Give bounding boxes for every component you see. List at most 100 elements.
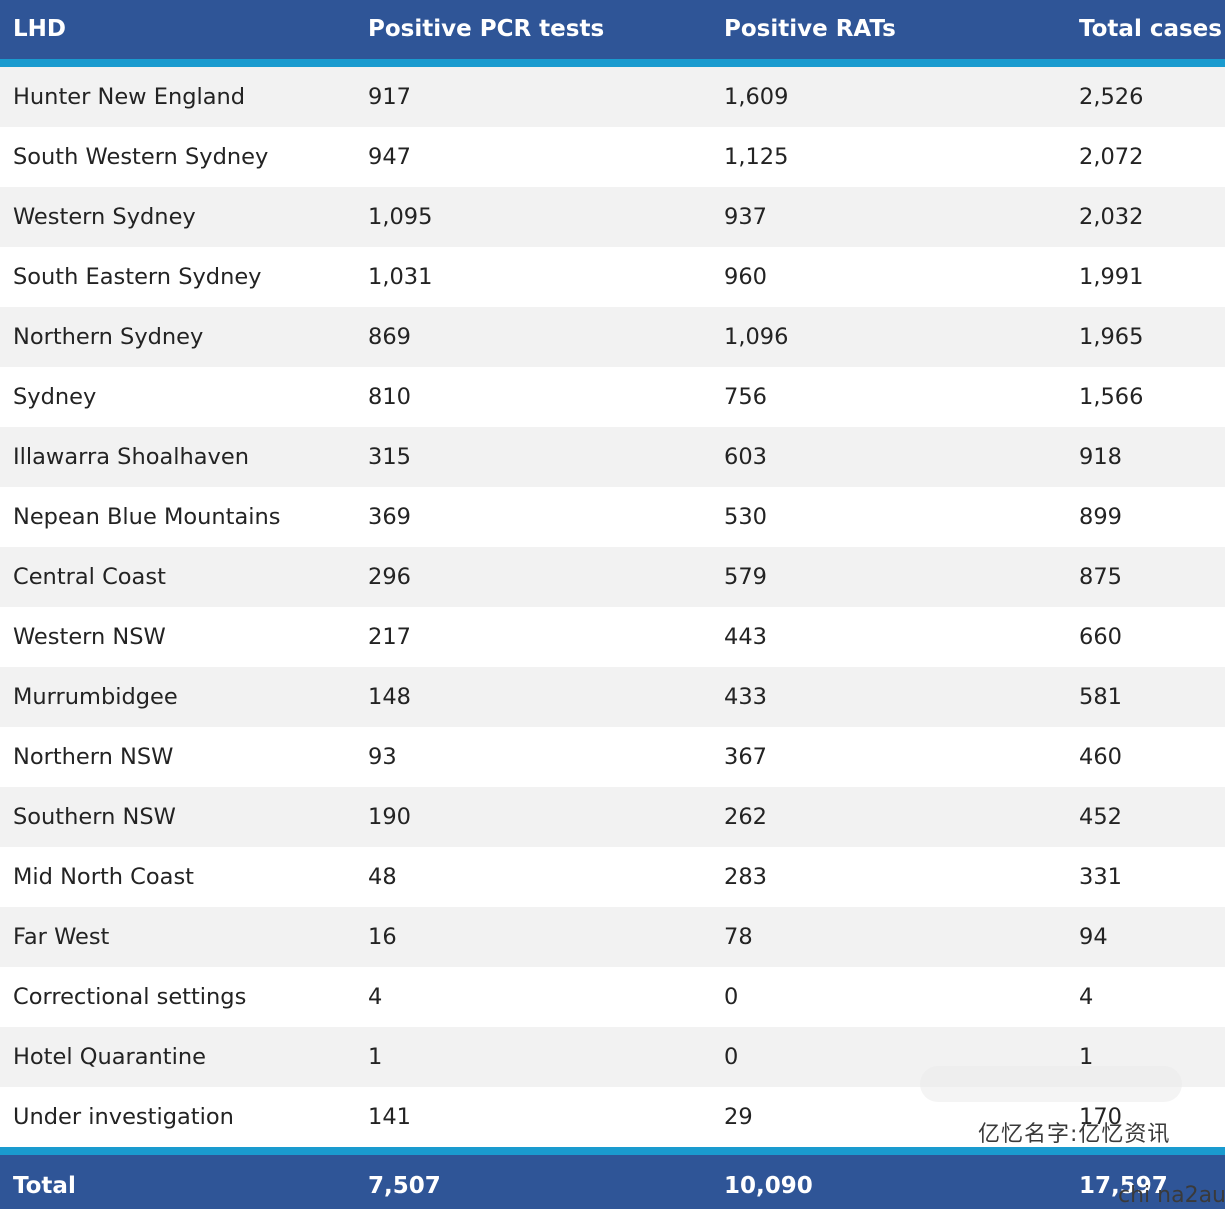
cell-pcr: 148 — [368, 684, 411, 710]
cell-total: 2,072 — [1079, 144, 1144, 170]
cell-lhd: Hotel Quarantine — [13, 1044, 206, 1070]
cell-total: 1,566 — [1079, 384, 1144, 410]
cell-pcr: 369 — [368, 504, 411, 530]
cell-rats: 603 — [724, 444, 767, 470]
watermark-badge — [920, 1066, 1182, 1102]
cell-pcr: 1 — [368, 1044, 383, 1070]
cell-rats: 29 — [724, 1104, 753, 1130]
cell-total: 875 — [1079, 564, 1122, 590]
cell-rats: 1,125 — [724, 144, 789, 170]
cell-pcr: 1,031 — [368, 264, 433, 290]
cell-pcr: 217 — [368, 624, 411, 650]
cell-pcr: 48 — [368, 864, 397, 890]
cell-pcr: 93 — [368, 744, 397, 770]
cell-total: 94 — [1079, 924, 1108, 950]
table-footer-row: Total 7,507 10,090 17,597 — [0, 1147, 1225, 1209]
cell-pcr: 141 — [368, 1104, 411, 1130]
cell-lhd: Hunter New England — [13, 84, 246, 110]
cell-lhd: South Eastern Sydney — [13, 264, 262, 290]
cell-total: 660 — [1079, 624, 1122, 650]
cell-rats: 530 — [724, 504, 767, 530]
cell-pcr: 315 — [368, 444, 411, 470]
table-row: Far West 16 78 94 — [0, 907, 1225, 967]
table-row: South Western Sydney 947 1,125 2,072 — [0, 127, 1225, 187]
cell-pcr: 16 — [368, 924, 397, 950]
cell-total: 581 — [1079, 684, 1122, 710]
cell-total: 2,032 — [1079, 204, 1144, 230]
footer-pcr-total: 7,507 — [368, 1173, 441, 1199]
cell-rats: 367 — [724, 744, 767, 770]
cell-pcr: 190 — [368, 804, 411, 830]
cell-lhd: Southern NSW — [13, 804, 176, 830]
cell-total: 1,991 — [1079, 264, 1144, 290]
table-body: Hunter New England 917 1,609 2,526 South Wes… — [0, 67, 1225, 1147]
cell-lhd: South Western Sydney — [13, 144, 269, 170]
table-row: South Eastern Sydney 1,031 960 1,991 — [0, 247, 1225, 307]
cell-lhd: Murrumbidgee — [13, 684, 178, 710]
header-total: Total cases — [1079, 16, 1222, 42]
cell-total: 1,965 — [1079, 324, 1144, 350]
table-row: Murrumbidgee 148 433 581 — [0, 667, 1225, 727]
footer-label: Total — [13, 1173, 76, 1199]
cell-lhd: Far West — [13, 924, 110, 950]
cell-total: 4 — [1079, 984, 1094, 1010]
cell-rats: 433 — [724, 684, 767, 710]
table-row: Sydney 810 756 1,566 — [0, 367, 1225, 427]
table-row: Northern Sydney 869 1,096 1,965 — [0, 307, 1225, 367]
cell-lhd: Sydney — [13, 384, 97, 410]
header-rats: Positive RATs — [724, 16, 896, 42]
cell-total: 460 — [1079, 744, 1122, 770]
footer-rats-total: 10,090 — [724, 1173, 813, 1199]
cell-rats: 0 — [724, 984, 739, 1010]
table-row: Nepean Blue Mountains 369 530 899 — [0, 487, 1225, 547]
cell-pcr: 947 — [368, 144, 411, 170]
cell-lhd: Illawarra Shoalhaven — [13, 444, 249, 470]
cell-total: 331 — [1079, 864, 1122, 890]
header-lhd: LHD — [13, 16, 66, 42]
cell-total: 2,526 — [1079, 84, 1144, 110]
table-row: Western Sydney 1,095 937 2,032 — [0, 187, 1225, 247]
cell-pcr: 917 — [368, 84, 411, 110]
header-pcr: Positive PCR tests — [368, 16, 605, 42]
table-row: Western NSW 217 443 660 — [0, 607, 1225, 667]
cell-pcr: 810 — [368, 384, 411, 410]
cell-lhd: Northern Sydney — [13, 324, 204, 350]
cell-pcr: 4 — [368, 984, 383, 1010]
cell-lhd: Nepean Blue Mountains — [13, 504, 281, 530]
cell-lhd: Western Sydney — [13, 204, 196, 230]
cell-rats: 283 — [724, 864, 767, 890]
cell-pcr: 296 — [368, 564, 411, 590]
watermark-text: 亿忆名字:亿忆资讯 — [978, 1122, 1171, 1147]
cell-rats: 443 — [724, 624, 767, 650]
cell-rats: 579 — [724, 564, 767, 590]
cell-rats: 960 — [724, 264, 767, 290]
cell-total: 899 — [1079, 504, 1122, 530]
cell-lhd: Mid North Coast — [13, 864, 194, 890]
cell-lhd: Under investigation — [13, 1104, 234, 1130]
cell-lhd: Western NSW — [13, 624, 166, 650]
cell-pcr: 1,095 — [368, 204, 433, 230]
cell-lhd: Northern NSW — [13, 744, 174, 770]
cell-rats: 756 — [724, 384, 767, 410]
table-row: Hunter New England 917 1,609 2,526 — [0, 67, 1225, 127]
cases-by-lhd-table: LHD Positive PCR tests Positive RATs Tot… — [0, 0, 1225, 1147]
table-row: Illawarra Shoalhaven 315 603 918 — [0, 427, 1225, 487]
table-row: Mid North Coast 48 283 331 — [0, 847, 1225, 907]
cell-total: 918 — [1079, 444, 1122, 470]
watermark-text-secondary: chi na2au — [1118, 1183, 1225, 1208]
table-row: Northern NSW 93 367 460 — [0, 727, 1225, 787]
cell-total: 452 — [1079, 804, 1122, 830]
cell-rats: 1,609 — [724, 84, 789, 110]
cell-pcr: 869 — [368, 324, 411, 350]
cell-rats: 0 — [724, 1044, 739, 1070]
table-row: Southern NSW 190 262 452 — [0, 787, 1225, 847]
cell-rats: 937 — [724, 204, 767, 230]
table-row: Correctional settings 4 0 4 — [0, 967, 1225, 1027]
cell-lhd: Correctional settings — [13, 984, 247, 1010]
cell-rats: 262 — [724, 804, 767, 830]
table-header-row: LHD Positive PCR tests Positive RATs Tot… — [0, 0, 1225, 67]
cell-lhd: Central Coast — [13, 564, 166, 590]
cell-rats: 78 — [724, 924, 753, 950]
table-row: Central Coast 296 579 875 — [0, 547, 1225, 607]
cell-rats: 1,096 — [724, 324, 789, 350]
